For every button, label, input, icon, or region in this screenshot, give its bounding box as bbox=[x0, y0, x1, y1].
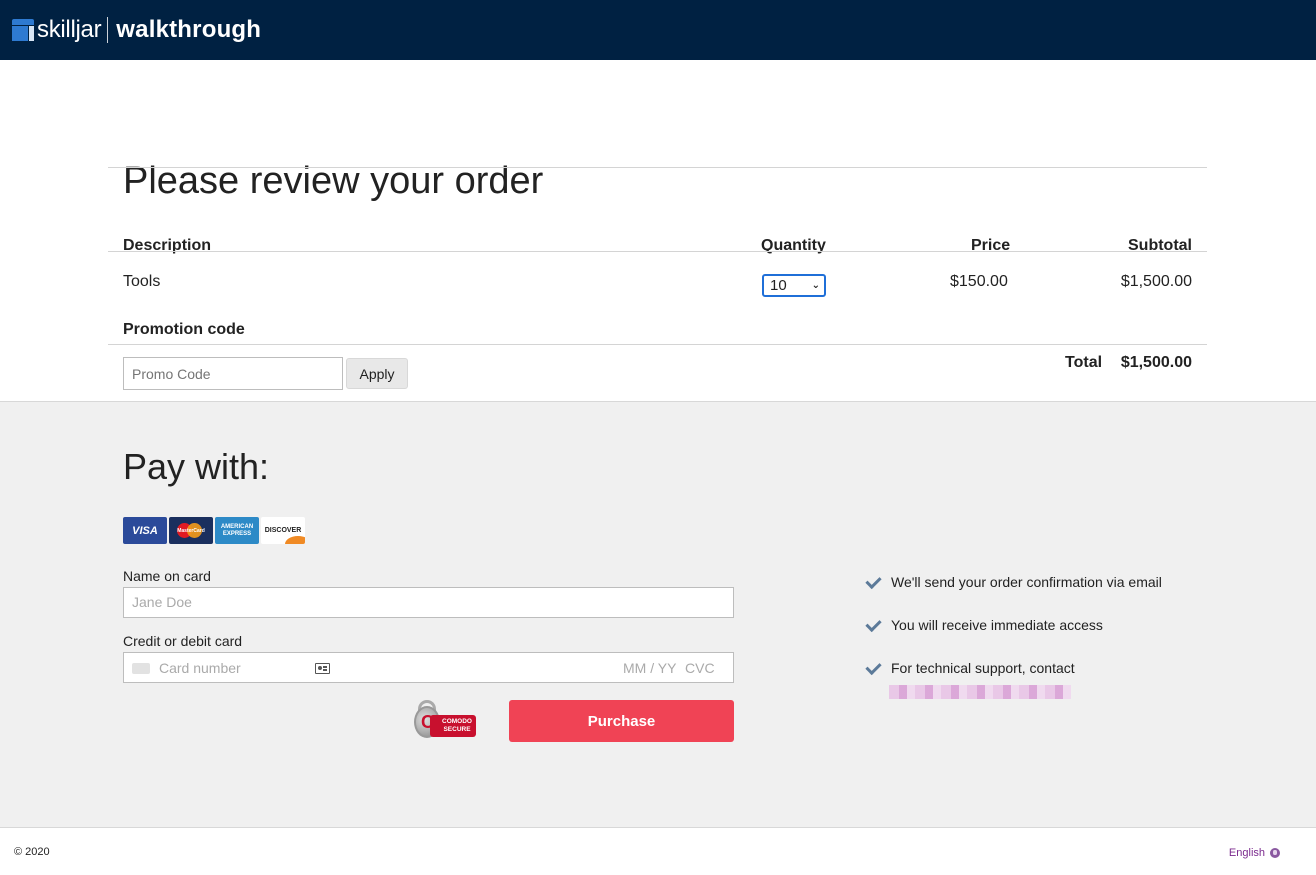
quantity-value: 10 bbox=[770, 277, 787, 294]
copyright: © 2020 bbox=[14, 846, 50, 858]
language-label[interactable]: English bbox=[1229, 847, 1265, 859]
expiry-field[interactable]: MM / YY bbox=[623, 660, 676, 676]
items-divider bbox=[108, 251, 1207, 252]
card-details-input[interactable]: Card number MM / YY CVC bbox=[123, 652, 734, 683]
language-selector[interactable]: English bbox=[1229, 847, 1280, 859]
purchase-button[interactable]: Purchase bbox=[509, 700, 734, 742]
brand-name: skilljar bbox=[37, 16, 102, 43]
security-badge-text: COMODO SECURE bbox=[430, 715, 476, 737]
amex-icon: AMERICAN EXPRESS bbox=[215, 517, 259, 544]
credit-card-icon bbox=[132, 663, 150, 674]
promo-divider bbox=[108, 344, 1207, 345]
column-header-description: Description bbox=[123, 237, 212, 254]
assurance-access: You will receive immediate access bbox=[863, 617, 1103, 633]
top-bar: skilljar walkthrough bbox=[0, 0, 1316, 60]
checkmark-icon bbox=[863, 618, 881, 632]
assurance-email: We'll send your order confirmation via e… bbox=[863, 574, 1162, 590]
total-label: Total bbox=[1065, 354, 1103, 371]
chevron-down-icon: ⌄ bbox=[811, 280, 820, 291]
column-header-subtotal: Subtotal bbox=[1128, 237, 1192, 254]
promotion-code-label: Promotion code bbox=[123, 321, 245, 338]
order-review-section: Please review your order Description Qua… bbox=[0, 60, 1316, 401]
assurance-text: We'll send your order confirmation via e… bbox=[891, 574, 1162, 590]
comodo-secure-badge[interactable]: COMODO SECURE bbox=[414, 700, 476, 740]
payment-section: Pay with: VISA MasterCard AMERICAN EXPRE… bbox=[0, 401, 1316, 828]
logo-divider bbox=[107, 17, 109, 43]
name-on-card-label: Name on card bbox=[123, 568, 211, 584]
cvc-field[interactable]: CVC bbox=[685, 660, 715, 676]
assurance-text: You will receive immediate access bbox=[891, 617, 1103, 633]
apply-promo-button[interactable]: Apply bbox=[346, 358, 408, 389]
discover-icon: DISCOVER bbox=[261, 517, 305, 544]
column-header-quantity: Quantity bbox=[761, 237, 826, 254]
item-subtotal: $1,500.00 bbox=[1120, 273, 1192, 290]
item-price: $150.00 bbox=[950, 273, 1008, 290]
mastercard-icon: MasterCard bbox=[169, 517, 213, 544]
card-number-field[interactable]: Card number bbox=[159, 660, 241, 676]
redacted-support-email bbox=[889, 685, 1071, 699]
total-value: $1,500.00 bbox=[1120, 354, 1192, 371]
autofill-card-icon[interactable] bbox=[315, 663, 330, 674]
skilljar-logo[interactable]: skilljar walkthrough bbox=[12, 16, 261, 44]
assurance-support: For technical support, contact bbox=[863, 660, 1075, 676]
card-label: Credit or debit card bbox=[123, 633, 243, 649]
promo-code-input[interactable] bbox=[123, 357, 343, 390]
checkmark-icon bbox=[863, 661, 881, 675]
name-on-card-input[interactable]: Jane Doe bbox=[123, 587, 734, 618]
table-top-divider bbox=[108, 167, 1207, 168]
accepted-cards: VISA MasterCard AMERICAN EXPRESS DISCOVE… bbox=[123, 517, 305, 544]
pay-with-title: Pay with: bbox=[123, 446, 270, 487]
assurance-text: For technical support, contact bbox=[891, 660, 1075, 676]
skilljar-logo-icon bbox=[12, 17, 34, 43]
globe-icon[interactable] bbox=[1270, 848, 1280, 858]
visa-icon: VISA bbox=[123, 517, 167, 544]
product-name: walkthrough bbox=[116, 16, 262, 43]
checkmark-icon bbox=[863, 575, 881, 589]
quantity-select[interactable]: 10 ⌄ bbox=[762, 274, 826, 297]
item-description: Tools bbox=[123, 273, 161, 290]
column-header-price: Price bbox=[971, 237, 1011, 254]
